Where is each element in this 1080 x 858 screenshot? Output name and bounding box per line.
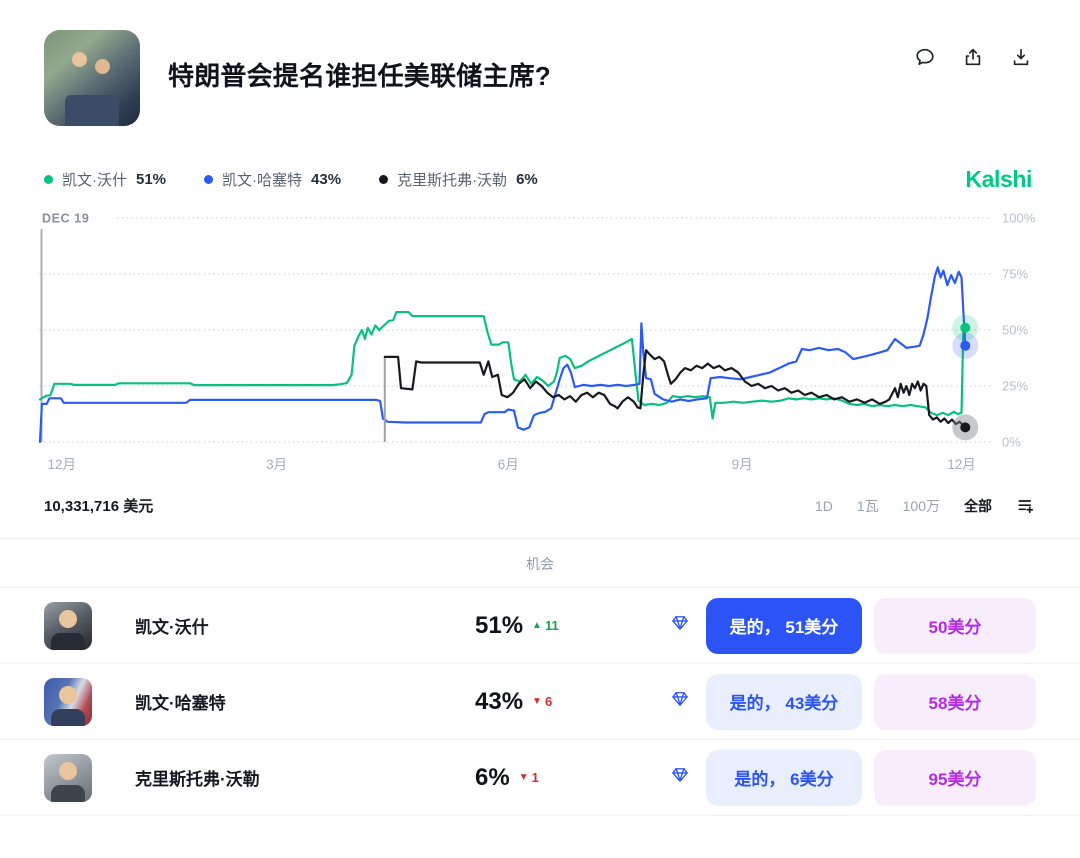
yes-button[interactable]: 是的， 43美分	[706, 674, 862, 730]
header-actions	[914, 46, 1032, 68]
avatar	[44, 678, 92, 726]
legend-name: 凯文·哈塞特	[222, 169, 302, 190]
triangle-up-icon: ▲	[532, 620, 542, 631]
legend-item-hassett[interactable]: 凯文·哈塞特 43%	[204, 169, 341, 190]
share-icon[interactable]	[962, 46, 984, 68]
diamond-icon[interactable]	[670, 613, 706, 638]
range-1m[interactable]: 100万	[903, 496, 940, 516]
legend-row: 凯文·沃什 51% 凯文·哈塞特 43% 克里斯托弗·沃勒 6% Kalshi	[0, 166, 1080, 193]
range-1d[interactable]: 1D	[815, 498, 833, 514]
chart-area: 0% 25% 50% 75% 100% DEC 19 12月 3月 6月 9月 12月	[0, 207, 1080, 479]
outcome-name: 凯文·哈塞特	[135, 689, 475, 714]
diamond-icon[interactable]	[670, 765, 706, 790]
svg-text:6月: 6月	[498, 457, 519, 472]
svg-text:50%: 50%	[1002, 323, 1028, 338]
svg-text:DEC 19: DEC 19	[42, 212, 89, 226]
legend-item-waller[interactable]: 克里斯托弗·沃勒 6%	[379, 169, 538, 190]
range-all[interactable]: 全部	[964, 496, 992, 516]
change-badge: ▼ 6	[532, 694, 552, 709]
triangle-down-icon: ▼	[532, 696, 542, 707]
change-value: 6	[545, 694, 552, 709]
yes-button[interactable]: 是的， 6美分	[706, 750, 862, 806]
list-plus-icon[interactable]	[1016, 496, 1036, 516]
outcomes-table: 机会 凯文·沃什 51% ▲ 11 是的， 51美分 50美分 凯文·哈塞特 4…	[0, 538, 1080, 816]
change-badge: ▼ 1	[519, 770, 539, 785]
legend-name: 克里斯托弗·沃勒	[397, 169, 507, 190]
chart-legend: 凯文·沃什 51% 凯文·哈塞特 43% 克里斯托弗·沃勒 6%	[44, 169, 538, 190]
svg-text:12月: 12月	[947, 457, 976, 472]
table-row-hassett[interactable]: 凯文·哈塞特 43% ▼ 6 是的， 43美分 58美分	[0, 664, 1080, 740]
meta-row: 10,331,716 美元 1D 1瓦 100万 全部	[0, 495, 1080, 516]
price-chart[interactable]: 0% 25% 50% 75% 100% DEC 19 12月 3月 6月 9月 12月	[0, 207, 1080, 479]
legend-value: 51%	[136, 171, 166, 188]
legend-value: 6%	[516, 171, 538, 188]
range-selector: 1D 1瓦 100万 全部	[815, 496, 1036, 516]
svg-text:9月: 9月	[732, 457, 753, 472]
outcome-percent-group: 6% ▼ 1	[475, 764, 670, 792]
table-row-warsh[interactable]: 凯文·沃什 51% ▲ 11 是的， 51美分 50美分	[0, 588, 1080, 664]
download-icon[interactable]	[1010, 46, 1032, 68]
triangle-down-icon: ▼	[519, 772, 529, 783]
svg-text:12月: 12月	[48, 457, 77, 472]
diamond-icon[interactable]	[670, 689, 706, 714]
percent-value: 6%	[475, 764, 510, 792]
legend-name: 凯文·沃什	[62, 169, 127, 190]
table-row-waller[interactable]: 克里斯托弗·沃勒 6% ▼ 1 是的， 6美分 95美分	[0, 740, 1080, 816]
svg-text:0%: 0%	[1002, 435, 1021, 450]
outcome-name: 凯文·沃什	[135, 613, 475, 638]
green-dot-icon	[44, 175, 53, 184]
percent-value: 43%	[475, 688, 523, 716]
range-1w[interactable]: 1瓦	[857, 496, 879, 516]
svg-text:3月: 3月	[266, 457, 287, 472]
yes-button[interactable]: 是的， 51美分	[706, 598, 862, 654]
no-button[interactable]: 95美分	[874, 750, 1036, 806]
market-thumbnail-image	[44, 30, 140, 126]
outcome-percent-group: 51% ▲ 11	[475, 612, 670, 640]
kalshi-logo: Kalshi	[965, 166, 1032, 193]
svg-text:100%: 100%	[1002, 211, 1036, 226]
change-badge: ▲ 11	[532, 618, 559, 633]
column-header-chance: 机会	[0, 539, 1080, 588]
legend-value: 43%	[311, 171, 341, 188]
no-button[interactable]: 50美分	[874, 598, 1036, 654]
avatar	[44, 602, 92, 650]
outcome-name: 克里斯托弗·沃勒	[135, 765, 475, 790]
blue-dot-icon	[204, 175, 213, 184]
comment-icon[interactable]	[914, 46, 936, 68]
svg-text:75%: 75%	[1002, 267, 1028, 282]
percent-value: 51%	[475, 612, 523, 640]
volume-label: 10,331,716 美元	[44, 495, 153, 516]
legend-item-warsh[interactable]: 凯文·沃什 51%	[44, 169, 166, 190]
market-page: 特朗普会提名谁担任美联储主席? 凯文·沃什 51% 凯文·哈塞特 43	[0, 0, 1080, 858]
market-title: 特朗普会提名谁担任美联储主席?	[168, 56, 551, 93]
outcome-percent-group: 43% ▼ 6	[475, 688, 670, 716]
no-button[interactable]: 58美分	[874, 674, 1036, 730]
header: 特朗普会提名谁担任美联储主席?	[0, 0, 1080, 126]
change-value: 11	[545, 618, 559, 633]
svg-text:25%: 25%	[1002, 379, 1028, 394]
black-dot-icon	[379, 175, 388, 184]
change-value: 1	[532, 770, 539, 785]
avatar	[44, 754, 92, 802]
